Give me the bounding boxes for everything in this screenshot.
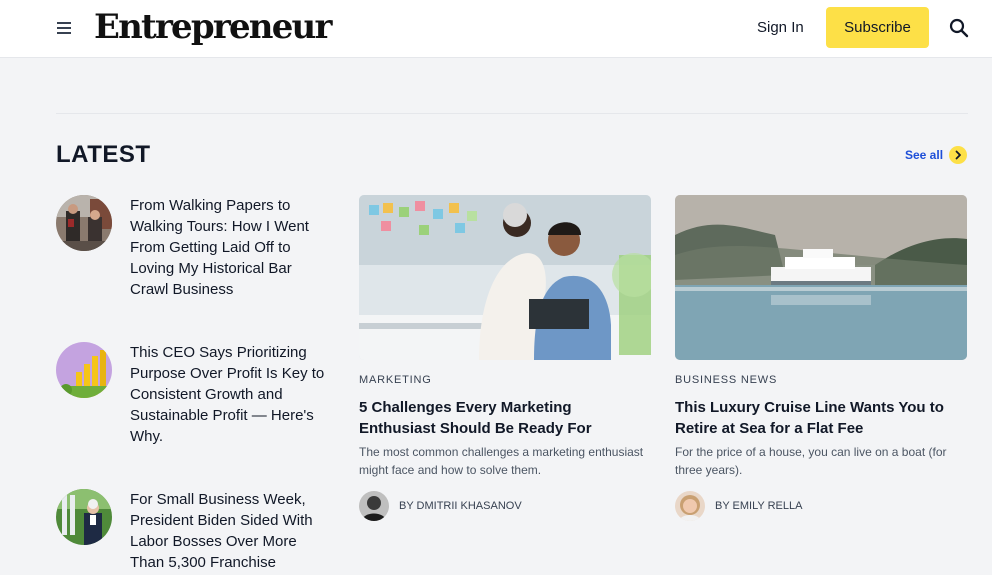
- article-description: The most common challenges a marketing e…: [359, 445, 644, 477]
- site-logo[interactable]: Entrepreneur: [94, 6, 332, 48]
- article-title: 5 Challenges Every Marketing Enthusiast …: [359, 399, 592, 437]
- avatar: [675, 491, 705, 521]
- chevron-right-icon: [949, 146, 968, 164]
- article-title: This Luxury Cruise Line Wants You to Ret…: [675, 399, 944, 437]
- article-author[interactable]: BY EMILY RELLA: [675, 491, 967, 521]
- article-card[interactable]: BUSINESS NEWS This Luxury Cruise Line Wa…: [675, 195, 967, 521]
- section-title: LATEST: [56, 141, 151, 168]
- list-item[interactable]: For Small Business Week, President Biden…: [56, 489, 326, 575]
- search-icon[interactable]: [948, 17, 970, 39]
- subscribe-button[interactable]: Subscribe: [826, 7, 929, 48]
- sign-in-link[interactable]: Sign In: [757, 18, 804, 38]
- article-card[interactable]: MARKETING 5 Challenges Every Marketing E…: [359, 195, 651, 521]
- author-name: BY DMITRII KHASANOV: [399, 500, 522, 512]
- list-item[interactable]: From Walking Papers to Walking Tours: Ho…: [56, 195, 326, 305]
- article-thumbnail: [56, 489, 112, 545]
- article-thumbnail: [56, 342, 112, 398]
- article-author[interactable]: BY DMITRII KHASANOV: [359, 491, 651, 521]
- article-category[interactable]: MARKETING: [359, 373, 651, 387]
- author-name: BY EMILY RELLA: [715, 500, 803, 512]
- see-all-label: See all: [905, 148, 944, 162]
- list-item[interactable]: This CEO Says Prioritizing Purpose Over …: [56, 342, 326, 452]
- avatar: [359, 491, 389, 521]
- article-category[interactable]: BUSINESS NEWS: [675, 373, 967, 387]
- article-title: From Walking Papers to Walking Tours: Ho…: [130, 197, 309, 298]
- article-thumbnail: [56, 195, 112, 251]
- article-image: [675, 195, 967, 360]
- article-image: [359, 195, 651, 360]
- see-all-link[interactable]: See all: [905, 145, 968, 165]
- section-divider: [56, 113, 968, 114]
- site-header: Entrepreneur Sign In Subscribe: [0, 0, 992, 58]
- article-title: This CEO Says Prioritizing Purpose Over …: [130, 344, 325, 445]
- article-description: For the price of a house, you can live o…: [675, 445, 947, 477]
- menu-icon[interactable]: [56, 20, 74, 38]
- article-title: For Small Business Week, President Biden…: [130, 491, 313, 571]
